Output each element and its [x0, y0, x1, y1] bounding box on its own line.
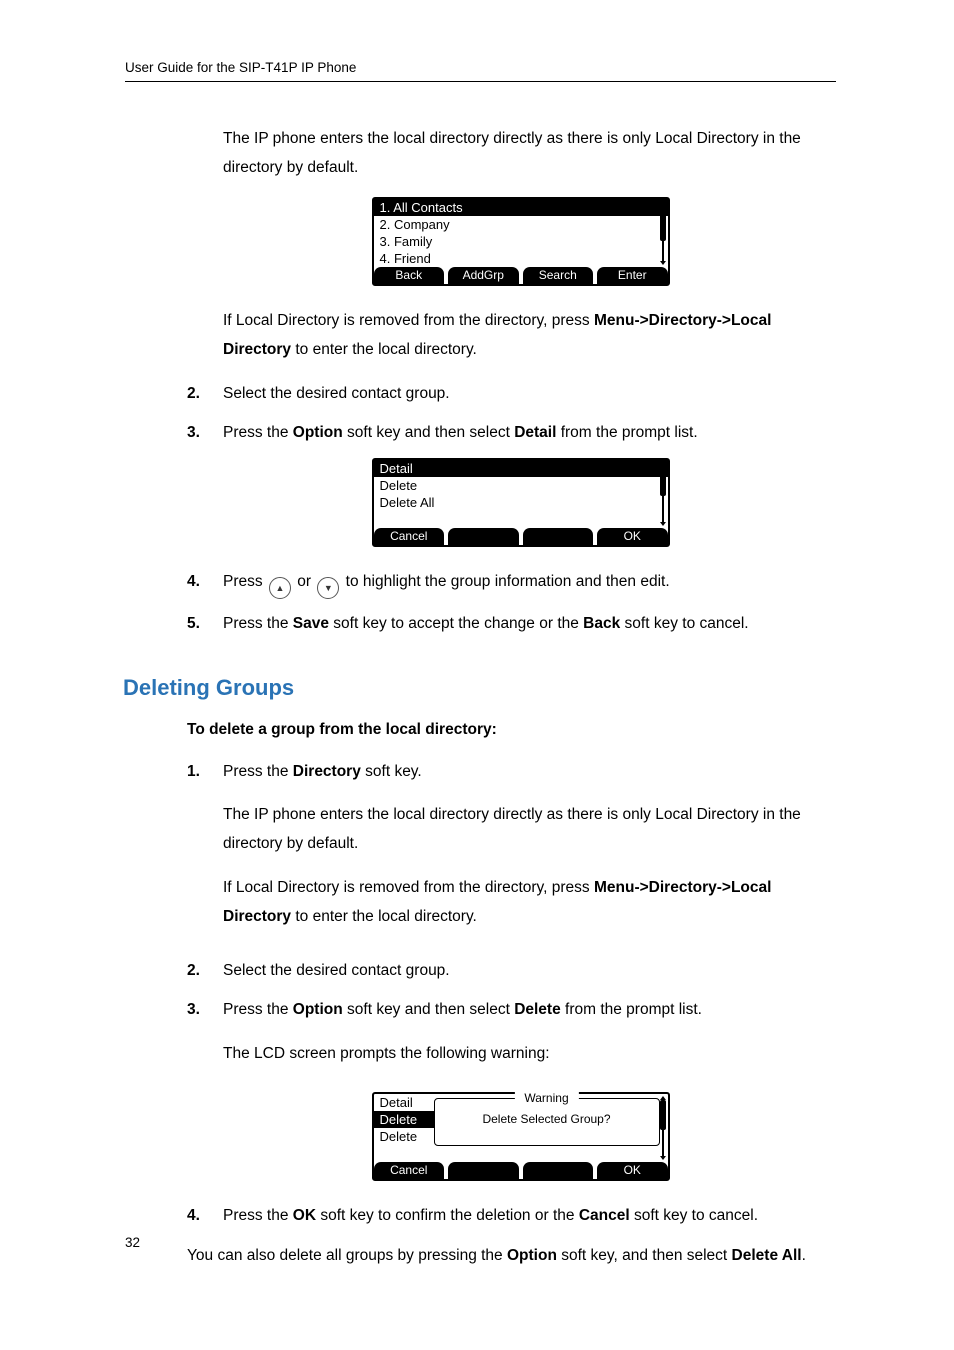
scrollbar-icon [660, 1096, 666, 1160]
step: 5. Press the Save soft key to accept the… [187, 609, 836, 638]
lcd-softkeys: Cancel OK [374, 528, 668, 545]
lcd-row: 4. Friend [374, 250, 668, 267]
page-number: 32 [125, 1235, 140, 1250]
step: 3. Press the Option soft key and then se… [187, 995, 836, 1082]
page-header: User Guide for the SIP-T41P IP Phone [125, 60, 836, 82]
lcd-screenshot-warning: Detail Delete Delete Warning Delete Sele… [205, 1092, 836, 1181]
section-heading: Deleting Groups [123, 675, 836, 701]
softkey: OK [597, 1162, 668, 1179]
step: 4. Press the OK soft key to confirm the … [187, 1201, 836, 1230]
scrollbar-icon [660, 201, 666, 265]
step: 2. Select the desired contact group. [187, 956, 836, 985]
lcd-row: Delete [374, 1128, 434, 1145]
softkey: Back [374, 267, 445, 284]
softkey: Cancel [374, 528, 445, 545]
softkey [448, 1162, 519, 1179]
lcd-row [374, 511, 668, 528]
warning-title: Warning [514, 1092, 578, 1104]
lcd-row: Detail [374, 460, 668, 477]
warning-dialog: Warning Delete Selected Group? [434, 1098, 660, 1146]
lcd-softkeys: Back AddGrp Search Enter [374, 267, 668, 284]
lcd-row: 2. Company [374, 216, 668, 233]
content-area: The IP phone enters the local directory … [125, 124, 836, 1270]
softkey: Enter [597, 267, 668, 284]
lcd-row: 1. All Contacts [374, 199, 668, 216]
up-arrow-icon: ▲ [269, 577, 291, 599]
scrollbar-icon [660, 462, 666, 526]
paragraph: You can also delete all groups by pressi… [187, 1241, 836, 1270]
lcd-screenshot-option: Detail Delete Delete All Cancel OK [205, 458, 836, 547]
sub-heading: To delete a group from the local directo… [187, 721, 836, 739]
softkey: Cancel [374, 1162, 445, 1179]
paragraph: The IP phone enters the local directory … [223, 124, 836, 183]
step: 4. Press ▲ or ▼ to highlight the group i… [187, 567, 836, 600]
lcd-row: 3. Family [374, 233, 668, 250]
softkey: Search [523, 267, 594, 284]
lcd-row: Delete All [374, 494, 668, 511]
step: 3. Press the Option soft key and then se… [187, 418, 836, 447]
softkey: OK [597, 528, 668, 545]
softkey [523, 1162, 594, 1179]
step: 1. Press the Directory soft key. The IP … [187, 757, 836, 946]
softkey [448, 528, 519, 545]
softkey [523, 528, 594, 545]
down-arrow-icon: ▼ [317, 577, 339, 599]
lcd-row: Delete [374, 1111, 434, 1128]
warning-message: Delete Selected Group? [435, 1113, 659, 1125]
step: 2. Select the desired contact group. [187, 379, 836, 408]
lcd-row: Detail [374, 1094, 434, 1111]
paragraph: If Local Directory is removed from the d… [223, 306, 836, 365]
lcd-softkeys: Cancel OK [374, 1162, 668, 1179]
softkey: AddGrp [448, 267, 519, 284]
lcd-screenshot-groups: 1. All Contacts 2. Company 3. Family 4. … [205, 197, 836, 286]
lcd-row: Delete [374, 477, 668, 494]
lcd-row [374, 1145, 434, 1162]
